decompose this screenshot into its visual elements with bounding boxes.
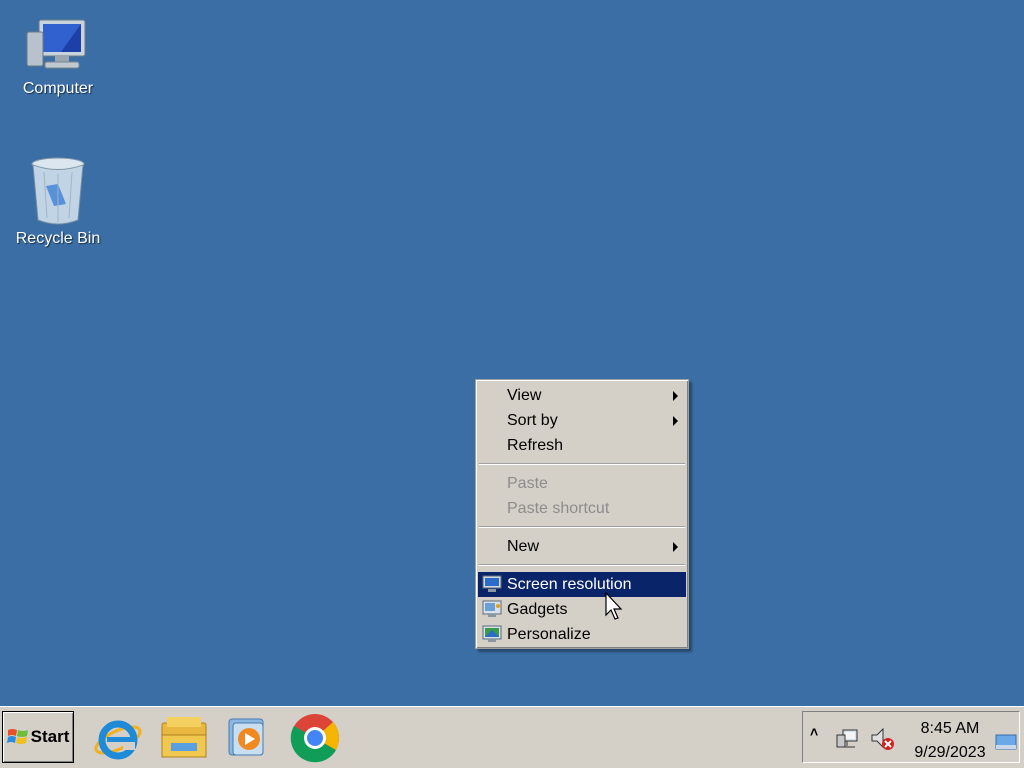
display-icon <box>482 575 502 592</box>
clock-time[interactable]: 8:45 AM <box>905 720 995 738</box>
show-hidden-icons-icon[interactable]: ˄ <box>810 724 818 740</box>
menu-separator <box>479 564 685 566</box>
clock-date[interactable]: 9/29/2023 <box>905 744 995 762</box>
menu-item-paste: Paste <box>478 471 686 496</box>
menu-separator <box>479 526 685 528</box>
menu-item-personalize[interactable]: Personalize <box>478 622 686 647</box>
menu-item-label: Sort by <box>507 412 558 429</box>
menu-item-label: Refresh <box>507 437 564 454</box>
menu-item-screen-resolution[interactable]: Screen resolution <box>478 572 686 597</box>
menu-item-label: Screen resolution <box>507 576 632 593</box>
gadgets-icon <box>482 600 502 617</box>
menu-item-gadgets[interactable]: Gadgets <box>478 597 686 622</box>
taskbar: Start ˄ 8:45 AM 9/29/2023 <box>0 706 1024 768</box>
recycle-bin-icon <box>31 157 85 225</box>
mouse-cursor-icon <box>605 592 623 620</box>
menu-item-label: Paste shortcut <box>507 500 610 517</box>
volume-muted-icon[interactable] <box>869 726 895 752</box>
desktop-icon-computer[interactable]: Computer <box>8 18 108 98</box>
chrome-icon[interactable] <box>290 713 340 763</box>
menu-item-label: Gadgets <box>507 601 568 618</box>
start-label: Start <box>30 727 70 746</box>
network-icon[interactable] <box>835 726 859 750</box>
desktop-icon-label: Recycle Bin <box>15 230 101 247</box>
media-player-icon[interactable] <box>223 713 273 763</box>
desktop-icon-recycle-bin[interactable]: Recycle Bin <box>8 156 108 248</box>
windows-logo-icon <box>6 729 28 744</box>
personalize-icon <box>482 625 502 642</box>
menu-item-paste-shortcut: Paste shortcut <box>478 496 686 521</box>
menu-item-view[interactable]: View <box>478 383 686 408</box>
menu-item-label: Paste <box>507 475 548 492</box>
submenu-arrow-icon <box>673 542 678 552</box>
menu-item-label: New <box>507 538 540 555</box>
menu-item-sort-by[interactable]: Sort by <box>478 408 686 433</box>
menu-item-refresh[interactable]: Refresh <box>478 433 686 458</box>
computer-icon <box>26 19 86 69</box>
submenu-arrow-icon <box>673 391 678 401</box>
show-desktop-icon[interactable] <box>995 734 1017 752</box>
internet-explorer-icon[interactable] <box>93 713 143 763</box>
desktop-context-menu: View Sort by Refresh Paste Paste shortcu… <box>475 379 689 649</box>
system-tray: ˄ 8:45 AM 9/29/2023 <box>802 711 1020 763</box>
start-button[interactable]: Start <box>2 711 74 763</box>
menu-item-label: View <box>507 387 542 404</box>
menu-item-new[interactable]: New <box>478 534 686 559</box>
menu-separator <box>479 463 685 465</box>
file-explorer-icon[interactable] <box>159 713 209 763</box>
submenu-arrow-icon <box>673 416 678 426</box>
desktop-icon-label: Computer <box>22 80 94 97</box>
menu-item-label: Personalize <box>507 626 591 643</box>
